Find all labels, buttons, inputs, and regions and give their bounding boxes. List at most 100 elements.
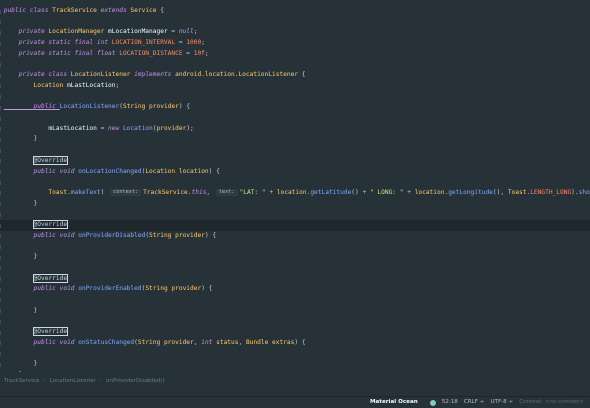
code-line[interactable] xyxy=(0,145,590,156)
code-token: LocationListener xyxy=(70,71,135,79)
code-token: String xyxy=(137,338,164,346)
code-token: } xyxy=(3,360,38,368)
file-encoding[interactable]: UTF-8 ÷ xyxy=(490,397,513,408)
breadcrumb-item[interactable]: onProviderDisabled() xyxy=(102,378,169,384)
code-line[interactable]: private LocationManager mLocationManager… xyxy=(0,27,590,38)
code-token: provider xyxy=(175,231,205,239)
code-token: public class xyxy=(3,7,53,14)
theme-icon xyxy=(429,399,436,406)
code-line[interactable]: @Override xyxy=(0,273,590,285)
parameter-hint: context: xyxy=(110,188,142,196)
code-editor[interactable]: public class TrackService extends Servic… xyxy=(0,0,590,372)
code-token: } xyxy=(3,199,38,207)
code-token: Location xyxy=(122,124,153,132)
gutter-marker xyxy=(0,84,4,89)
code-line[interactable]: public void onProviderDisabled(String pr… xyxy=(0,231,590,242)
code-token: + xyxy=(362,188,370,196)
code-line[interactable]: } xyxy=(0,306,590,317)
code-token: "LAT: " xyxy=(239,188,270,196)
code-line[interactable]: private static final int LOCATION_INTERV… xyxy=(0,38,590,49)
code-line[interactable] xyxy=(0,113,590,124)
code-line[interactable]: } xyxy=(0,134,590,145)
code-line[interactable] xyxy=(0,263,590,274)
code-line[interactable]: @Override xyxy=(0,220,590,231)
code-line[interactable]: public void onLocationChanged(Location l… xyxy=(0,167,590,178)
gutter-marker xyxy=(0,319,4,324)
gutter-marker xyxy=(0,255,4,260)
code-line[interactable]: @Override xyxy=(0,327,590,338)
code-line[interactable] xyxy=(0,209,590,220)
code-line[interactable] xyxy=(0,60,590,71)
code-line[interactable]: Location mLastLocation; xyxy=(0,81,590,92)
code-token: } xyxy=(4,371,23,372)
code-line[interactable]: public LocationListener(String provider)… xyxy=(0,102,590,113)
code-line[interactable]: private static final float LOCATION_DIST… xyxy=(0,49,590,60)
code-line[interactable]: } xyxy=(0,252,590,263)
code-token: ) { xyxy=(204,231,217,239)
code-token: getLatitude xyxy=(310,188,352,196)
code-token: onProviderDisabled xyxy=(78,231,146,239)
code-line[interactable]: public class TrackService extends Servic… xyxy=(0,6,590,17)
code-token: new xyxy=(108,124,123,132)
code-line[interactable] xyxy=(0,316,590,327)
annotation-token: @Override xyxy=(32,327,69,336)
annotation-token: @Override xyxy=(32,155,69,165)
code-token: Location xyxy=(3,81,68,89)
code-line[interactable]: public void onProviderEnabled(String pro… xyxy=(0,284,590,295)
code-token: onProviderEnabled xyxy=(78,285,142,293)
code-token: ; xyxy=(201,39,205,47)
code-token: implements xyxy=(134,71,176,79)
code-token: Service xyxy=(130,7,161,14)
context-indicator[interactable]: Context: <no context> xyxy=(519,397,584,408)
code-token: Toast xyxy=(3,188,68,196)
code-line[interactable]: } xyxy=(0,199,590,210)
gutter-marker xyxy=(0,341,4,346)
code-line[interactable]: private class LocationListener implement… xyxy=(0,70,590,81)
code-token: Toast xyxy=(507,188,527,196)
caret-position[interactable]: 52:18 xyxy=(442,397,458,408)
gutter-marker xyxy=(0,170,4,174)
gutter-marker xyxy=(0,287,4,292)
code-line[interactable]: } xyxy=(0,359,590,370)
code-line[interactable] xyxy=(0,92,590,103)
code-token: public void xyxy=(3,338,79,346)
code-token: ( xyxy=(100,188,109,196)
code-token: private xyxy=(3,28,49,36)
code-token: this xyxy=(191,188,207,196)
code-line[interactable]: public void onStatusChanged(String provi… xyxy=(0,338,590,349)
code-line[interactable] xyxy=(0,241,590,252)
gutter-marker xyxy=(0,137,4,142)
code-token: ) { xyxy=(178,103,191,111)
gutter-marker xyxy=(0,52,4,57)
code-line[interactable]: @Override xyxy=(0,155,590,167)
code-token: { xyxy=(301,71,306,79)
gutter-marker xyxy=(0,223,4,228)
code-token: ; xyxy=(115,81,120,89)
gutter-marker xyxy=(0,202,4,207)
code-line[interactable]: } xyxy=(0,370,590,372)
code-token: Location xyxy=(145,167,179,175)
theme-indicator[interactable]: Material Ocean xyxy=(370,397,424,408)
code-token: location xyxy=(414,188,445,196)
code-token: private static final int xyxy=(3,39,112,47)
code-token: public void xyxy=(3,167,79,175)
code-token: status xyxy=(216,338,239,346)
gutter-marker xyxy=(0,95,4,100)
code-token: getLongitude xyxy=(448,188,493,196)
code-token: + xyxy=(269,188,277,196)
code-line[interactable] xyxy=(0,295,590,306)
code-line[interactable]: mLastLocation = new Location(provider); xyxy=(0,124,590,135)
code-token: public xyxy=(3,103,60,111)
code-line[interactable] xyxy=(0,17,590,28)
gutter-marker xyxy=(0,212,4,217)
breadcrumb-item[interactable]: TrackService xyxy=(0,378,43,384)
breadcrumb-item[interactable]: LocationListener xyxy=(46,378,100,384)
code-line[interactable] xyxy=(0,177,590,188)
code-token: TrackService xyxy=(52,7,101,14)
code-line[interactable]: Toast.makeText( context: TrackService.thi… xyxy=(0,188,590,199)
code-line[interactable] xyxy=(0,348,590,359)
theme-name: Material Ocean xyxy=(369,399,418,405)
line-separator[interactable]: CRLF ÷ xyxy=(464,397,485,408)
code-token: mLocationManager xyxy=(108,28,172,36)
